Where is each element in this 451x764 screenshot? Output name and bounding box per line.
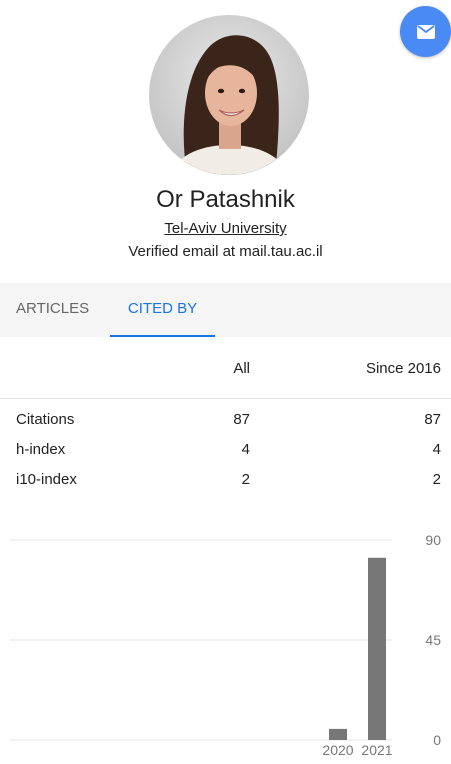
bar-2021[interactable]: [368, 557, 386, 740]
active-tab-indicator: [110, 335, 215, 337]
stat-row-citations: Citations 87 87: [0, 410, 451, 440]
verified-email: Verified email at mail.tau.ac.il: [128, 243, 323, 260]
stat-all: 87: [233, 411, 250, 428]
affiliation-link[interactable]: Tel-Aviv University: [164, 220, 286, 237]
y-tick-label: 0: [433, 732, 441, 748]
y-tick-label: 45: [425, 632, 441, 648]
email-button[interactable]: [400, 6, 451, 57]
stat-row-h-index: h-index 4 4: [0, 440, 451, 470]
x-tick-label: 2020: [322, 742, 353, 758]
tab-cited-by[interactable]: CITED BY: [110, 283, 215, 337]
tab-articles[interactable]: ARTICLES: [16, 283, 89, 337]
stat-label[interactable]: h-index: [16, 440, 65, 460]
stat-all: 2: [241, 471, 250, 488]
affiliation: Tel-Aviv University: [0, 219, 451, 239]
tab-bar: ARTICLES CITED BY: [0, 283, 451, 337]
envelope-icon: [416, 24, 435, 39]
citations-chart: 90 45 0 2020 2021: [0, 520, 451, 764]
avatar: [149, 15, 309, 175]
tab-cited-by-label: CITED BY: [127, 300, 198, 317]
profile-name: Or Patashnik: [156, 186, 295, 213]
bar-2020[interactable]: [329, 728, 347, 740]
stat-label[interactable]: i10-index: [16, 470, 77, 490]
column-since: Since 2016: [365, 360, 441, 377]
stat-since: 87: [424, 411, 441, 428]
stat-label[interactable]: Citations: [16, 410, 74, 430]
stat-since: 4: [432, 441, 441, 458]
stat-since: 2: [432, 471, 441, 488]
y-tick-label: 90: [425, 532, 441, 548]
x-tick-label: 2021: [361, 742, 392, 758]
stats-header: All Since 2016: [0, 338, 451, 399]
stat-row-i10-index: i10-index 2 2: [0, 470, 451, 500]
column-all: All: [233, 360, 250, 377]
stat-all: 4: [241, 441, 250, 458]
citations-chart-svg: 90 45 0 2020 2021: [10, 532, 441, 758]
